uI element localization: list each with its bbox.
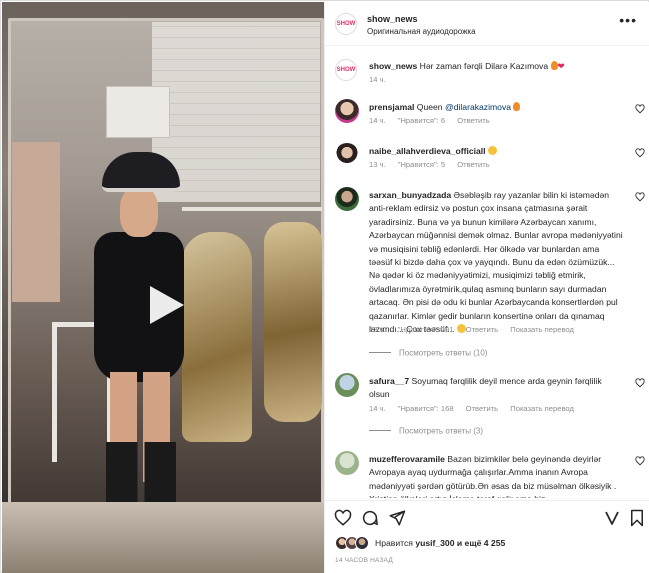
view-replies-label: Посмотреть ответы (10): [399, 348, 488, 358]
comment-text: sarxan_bunyadzada Əsəbləşib ray yazanlar…: [369, 189, 624, 336]
gold-dress: [264, 222, 322, 422]
comment-time: 13 ч.: [369, 325, 386, 334]
replies-divider: [369, 352, 391, 354]
liker-username[interactable]: yusif_300: [415, 538, 454, 548]
avatar[interactable]: [335, 451, 359, 475]
makeup-table: [2, 502, 324, 573]
comment-text: muzefferovaramile Bazən bizimkilər belə …: [369, 453, 624, 498]
comment-username[interactable]: prensjamal: [369, 102, 414, 112]
likes-summary[interactable]: Нравится yusif_300 и ещё 4 255: [335, 534, 645, 552]
audio-label[interactable]: Оригинальная аудиодорожка: [367, 27, 476, 36]
view-replies-button[interactable]: Посмотреть ответы (10): [369, 348, 487, 357]
comment-time: 14 ч.: [369, 116, 386, 125]
post-timestamp: 14 ЧАСОВ НАЗАД: [335, 557, 393, 564]
performer-face: [120, 187, 158, 237]
caption-body: Hər zaman fərqli Dilarə Kazımova: [419, 61, 549, 71]
comment-likes-count[interactable]: "Нравится": 5: [398, 160, 445, 169]
comment-body: Əsəbləşib ray yazanlar bilin ki istəmədə…: [369, 190, 623, 335]
post-header: SHOW show_news Оригинальная аудиодорожка…: [325, 2, 649, 46]
gold-dress: [182, 232, 252, 442]
clothes-rack: [182, 207, 322, 211]
likes-count[interactable]: и ещё 4 255: [457, 538, 505, 548]
like-comment-icon[interactable]: [635, 104, 645, 114]
comment-username[interactable]: muzefferovaramile: [369, 454, 445, 464]
remix-icon[interactable]: [603, 509, 621, 527]
comment-meta: 14 ч. "Нравится": 6 Ответить: [369, 116, 500, 125]
show-translation-button[interactable]: Показать перевод: [510, 325, 574, 334]
avatar[interactable]: [335, 373, 359, 397]
avatar-logo-text: SHOW: [336, 21, 356, 27]
caption-text: show_news Hər zaman fərqli Dilarə Kazımo…: [369, 60, 624, 73]
likes-prefix: Нравится: [375, 538, 413, 548]
comment-meta: 13 ч. "Нравится": 5 Ответить: [369, 160, 500, 169]
like-comment-icon[interactable]: [635, 148, 645, 158]
avatar[interactable]: SHOW: [335, 13, 357, 35]
likes-text: Нравится yusif_300 и ещё 4 255: [375, 538, 505, 548]
replies-divider: [369, 430, 391, 432]
door: [12, 142, 60, 302]
like-icon[interactable]: [334, 509, 352, 527]
fire-emoji: [550, 61, 558, 70]
comment-meta: 14 ч. "Нравится": 168 Ответить Показать …: [369, 404, 584, 413]
instagram-post-modal: SHOW show_news Оригинальная аудиодорожка…: [0, 0, 649, 573]
comment-time: 13 ч.: [369, 160, 386, 169]
avatar[interactable]: [335, 99, 359, 123]
comment-likes-count[interactable]: "Нравится": 168: [398, 404, 454, 413]
more-options-icon[interactable]: •••: [619, 13, 637, 27]
comment-meta: 13 ч. "Нравится": 291 Ответить Показать …: [369, 325, 584, 334]
caption-meta: 14 ч.: [369, 75, 396, 84]
show-translation-button[interactable]: Показать перевод: [510, 404, 574, 413]
play-icon[interactable]: [144, 282, 188, 328]
comment-icon[interactable]: [361, 509, 379, 527]
share-icon[interactable]: [388, 509, 406, 527]
avatar-logo-text: SHOW: [336, 67, 356, 73]
avatar[interactable]: SHOW: [335, 59, 357, 81]
laughing-emoji: [487, 146, 497, 155]
reply-button[interactable]: Ответить: [466, 404, 498, 413]
air-conditioner: [106, 86, 170, 138]
comment-text: prensjamal Queen @dilarakazimova: [369, 101, 624, 114]
avatar[interactable]: [335, 143, 359, 167]
save-icon[interactable]: [628, 509, 646, 527]
comment-text: naibe_allahverdieva_officiall: [369, 145, 624, 158]
comment-body: Queen: [416, 102, 443, 112]
reply-button[interactable]: Ответить: [457, 116, 489, 125]
mention-link[interactable]: @dilarakazimova: [445, 102, 511, 112]
post-actions-bar: [325, 500, 649, 534]
reply-button[interactable]: Ответить: [457, 160, 489, 169]
comment-username[interactable]: naibe_allahverdieva_officiall: [369, 146, 486, 156]
view-replies-label: Посмотреть ответы (3): [399, 426, 484, 436]
avatar[interactable]: [335, 187, 359, 211]
like-comment-icon[interactable]: [635, 192, 645, 202]
comment-time: 14 ч.: [369, 404, 386, 413]
comments-panel: SHOW show_news Оригинальная аудиодорожка…: [324, 2, 649, 573]
caption-username[interactable]: show_news: [369, 61, 417, 71]
comment-likes-count[interactable]: "Нравится": 6: [398, 116, 445, 125]
like-comment-icon[interactable]: [635, 378, 645, 388]
liker-avatar: [355, 536, 369, 550]
comment-username[interactable]: safura__7: [369, 376, 409, 386]
post-video[interactable]: [2, 2, 324, 573]
fire-emoji: [513, 102, 521, 111]
comment-text: safura__7 Soyumaq fərqlilik deyil mence …: [369, 375, 624, 402]
red-heart-emoji: ❤: [557, 61, 565, 71]
post-username[interactable]: show_news: [367, 14, 418, 24]
view-replies-button[interactable]: Посмотреть ответы (3): [369, 426, 483, 435]
comments-list[interactable]: SHOW show_news Hər zaman fərqli Dilarə K…: [325, 47, 649, 498]
like-comment-icon[interactable]: [635, 456, 645, 466]
caption-time: 14 ч.: [369, 75, 386, 84]
reply-button[interactable]: Ответить: [466, 325, 498, 334]
comment-username[interactable]: sarxan_bunyadzada: [369, 190, 451, 200]
comment-likes-count[interactable]: "Нравится": 291: [398, 325, 454, 334]
